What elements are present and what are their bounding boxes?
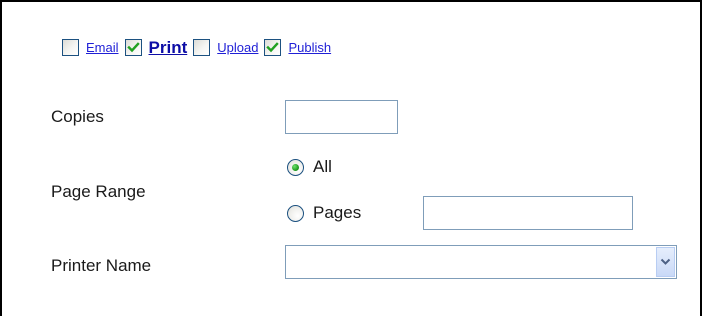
publish-checkbox[interactable] — [264, 38, 282, 56]
action-tab-bar: Email Print Upload Publish — [62, 35, 337, 59]
tab-publish-link[interactable]: Publish — [288, 39, 331, 56]
tab-email[interactable]: Email — [62, 38, 119, 56]
tab-publish[interactable]: Publish — [264, 38, 331, 56]
printer-name-label: Printer Name — [51, 256, 152, 275]
upload-checkbox[interactable] — [193, 38, 211, 56]
page-range-all-radio[interactable]: All — [287, 157, 332, 177]
pages-input[interactable] — [423, 196, 633, 230]
page-range-label: Page Range — [51, 182, 146, 201]
checkmark-icon — [126, 41, 140, 52]
copies-input[interactable] — [285, 100, 398, 134]
print-checkbox[interactable] — [124, 38, 142, 56]
page-range-pages-radio[interactable]: Pages — [287, 203, 361, 223]
checkmark-icon — [266, 41, 280, 52]
page-range-all-label: All — [313, 157, 332, 176]
chevron-down-icon — [660, 258, 671, 265]
tab-print-link[interactable]: Print — [149, 39, 188, 56]
copies-label: Copies — [51, 107, 104, 126]
page-range-pages-label: Pages — [313, 203, 362, 222]
radio-unselected-icon — [287, 204, 304, 222]
tab-email-link[interactable]: Email — [86, 39, 119, 56]
tab-upload[interactable]: Upload — [193, 38, 258, 56]
tab-upload-link[interactable]: Upload — [217, 39, 258, 56]
radio-selected-icon — [287, 158, 304, 176]
printer-name-select[interactable] — [285, 245, 677, 279]
tab-print[interactable]: Print — [124, 38, 188, 56]
email-checkbox[interactable] — [62, 38, 79, 56]
dropdown-button[interactable] — [656, 247, 675, 277]
